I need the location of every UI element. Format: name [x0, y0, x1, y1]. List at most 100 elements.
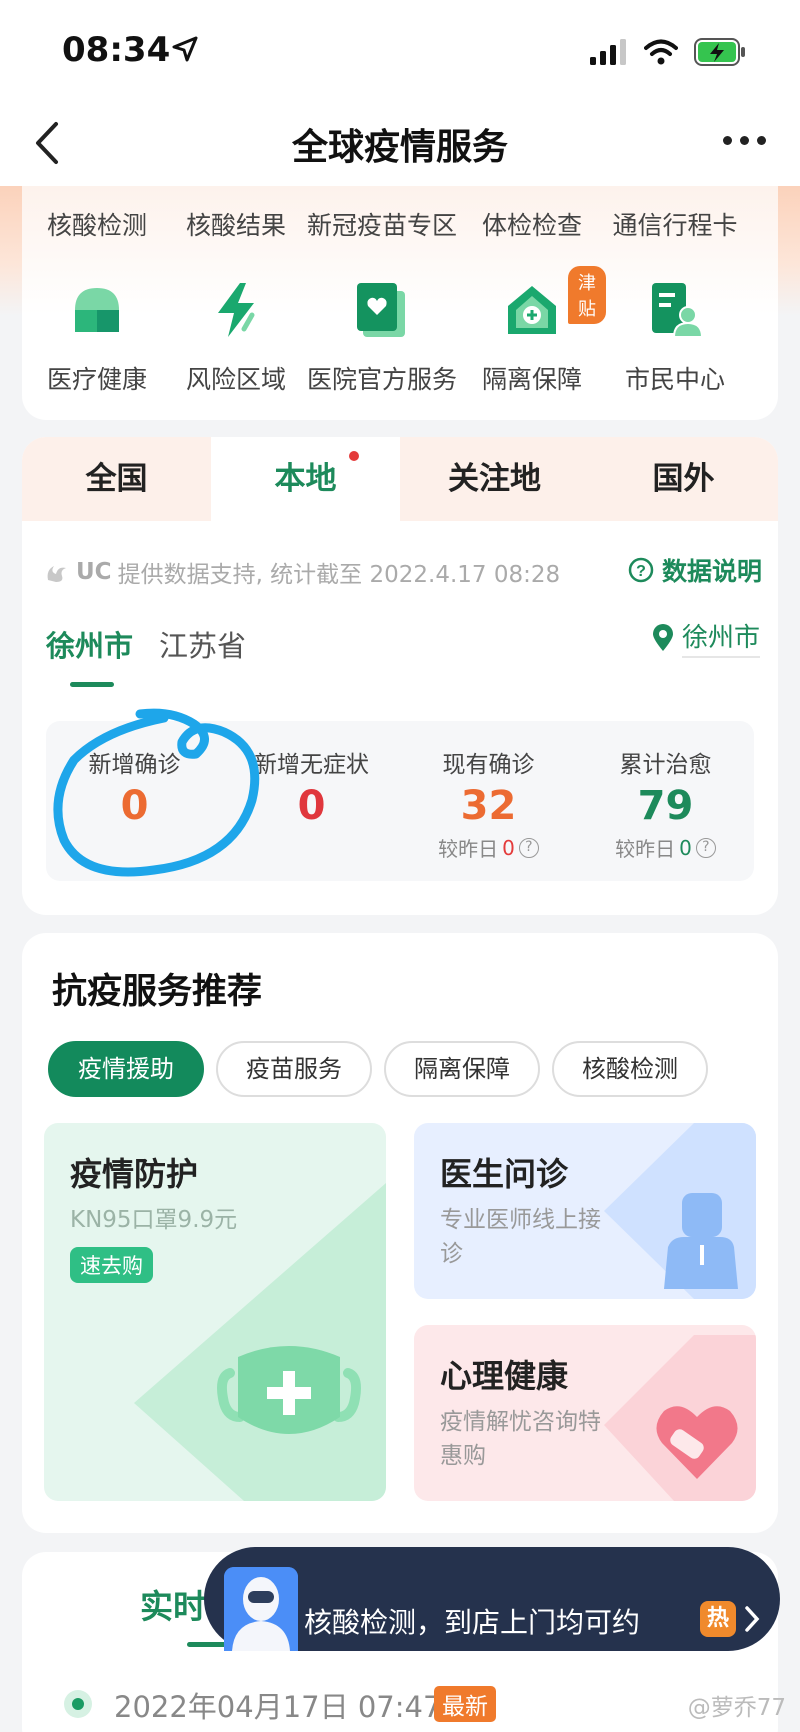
stat-value: 79 — [637, 783, 694, 829]
news-timestamp: 2022年04月17日 07:47 — [114, 1690, 442, 1724]
card-title: 心理健康 — [440, 1357, 569, 1395]
card-title: 疫情防护 — [70, 1155, 199, 1193]
service-risk-area[interactable]: 风险区域 — [172, 278, 300, 396]
section-title: 抗疫服务推荐 — [52, 972, 263, 1012]
tab-overseas[interactable]: 国外 — [589, 437, 778, 521]
service-citizen-center[interactable]: 市民中心 — [600, 278, 750, 396]
risk-area-icon — [218, 283, 255, 337]
notification-dot — [349, 451, 359, 461]
pill-nucleic-test[interactable]: 核酸检测 — [552, 1041, 708, 1097]
help-icon[interactable]: ? — [695, 837, 716, 858]
nav-bar: 全球疫情服务 — [0, 100, 800, 186]
service-isolation[interactable]: 津贴 隔离保障 — [464, 266, 606, 396]
location-picker[interactable]: 徐州市 — [652, 617, 760, 658]
buy-now-tag: 速去购 — [70, 1247, 153, 1283]
question-circle-icon: ? — [628, 557, 654, 583]
stat-delta: 较昨日 0 ? — [400, 833, 577, 862]
card-subtitle: KN95口罩9.9元 — [70, 1207, 238, 1233]
city-tabs: 徐州市 江苏省 — [46, 623, 246, 665]
tab-national[interactable]: 全国 — [22, 437, 211, 521]
stat-total-cured: 累计治愈 79 较昨日 0 ? — [577, 721, 754, 881]
service-label: 医疗健康 — [46, 365, 147, 394]
hand-drawn-circle-annotation — [53, 708, 260, 877]
tab-label: 本地 — [274, 461, 337, 497]
data-source-line: UC 提供数据支持, 统计截至 2022.4.17 08:28 — [44, 555, 560, 589]
location-arrow-icon — [172, 36, 198, 62]
quick-link[interactable]: 通信行程卡 — [600, 206, 750, 242]
service-grid-card: 核酸检测 核酸结果 新冠疫苗专区 体检检查 通信行程卡 医疗健康 风险区域 医院… — [22, 186, 778, 420]
services-row: 医疗健康 风险区域 医院官方服务 津贴 隔离保障 市民中心 — [22, 266, 778, 396]
card-title: 医生问诊 — [440, 1155, 569, 1193]
card-subtitle: 疫情解忧咨询特惠购 — [440, 1409, 601, 1469]
chevron-right-icon — [745, 1606, 760, 1632]
stat-delta: 较昨日 0 ? — [577, 833, 754, 862]
card-subtitle: 专业医师线上接诊 — [440, 1207, 601, 1267]
more-menu-icon[interactable] — [723, 136, 766, 145]
tab-followed[interactable]: 关注地 — [400, 437, 589, 521]
stat-label: 累计治愈 — [619, 752, 712, 778]
nucleic-test-banner[interactable]: 核酸检测，到店上门均可约 热 — [204, 1547, 780, 1651]
hot-badge: 热 — [700, 1601, 736, 1637]
tab-local[interactable]: 本地 — [211, 437, 400, 521]
delta-prefix: 较昨日 — [438, 837, 499, 861]
wifi-icon — [644, 39, 678, 65]
quick-link[interactable]: 体检检查 — [464, 206, 600, 242]
status-time: 08:34 — [62, 30, 171, 70]
card-epidemic-protection[interactable]: 疫情防护 KN95口罩9.9元 速去购 — [44, 1123, 386, 1501]
stat-current-confirmed: 现有确诊 32 较昨日 0 ? — [400, 721, 577, 881]
map-pin-icon — [652, 623, 673, 651]
service-hospital[interactable]: 医院官方服务 — [300, 278, 464, 396]
medical-health-icon — [75, 288, 119, 332]
service-label: 隔离保障 — [481, 365, 582, 394]
cellular-signal-icon — [590, 39, 626, 65]
data-explain-label: 数据说明 — [661, 557, 762, 586]
timeline-dot — [64, 1690, 92, 1718]
stat-value: 32 — [460, 783, 517, 829]
pill-vaccine[interactable]: 疫苗服务 — [216, 1041, 372, 1097]
data-source-text: 提供数据支持, 统计截至 2022.4.17 08:28 — [117, 562, 561, 588]
page-title: 全球疫情服务 — [291, 127, 508, 168]
data-source-brand: UC — [76, 559, 112, 585]
service-label: 风险区域 — [185, 365, 286, 394]
service-recommend-card: 抗疫服务推荐 疫情援助 疫苗服务 隔离保障 核酸检测 疫情防护 KN95口罩9.… — [22, 933, 778, 1533]
service-medical-health[interactable]: 医疗健康 — [22, 278, 172, 396]
citizen-center-icon — [652, 283, 702, 338]
svg-text:?: ? — [636, 563, 646, 580]
quick-link[interactable]: 核酸检测 — [22, 206, 172, 242]
medical-worker-icon — [224, 1567, 298, 1651]
card-mental-health[interactable]: 心理健康 疫情解忧咨询特惠购 — [414, 1325, 756, 1501]
service-label: 医院官方服务 — [306, 365, 457, 394]
active-tab-indicator — [70, 682, 114, 687]
delta-value: 0 — [679, 835, 692, 860]
service-filter-pills: 疫情援助 疫苗服务 隔离保障 核酸检测 — [48, 1041, 708, 1097]
stat-label: 现有确诊 — [442, 752, 535, 778]
service-label: 市民中心 — [624, 365, 725, 394]
doctor-icon — [664, 1193, 738, 1289]
status-bar: 08:34 — [0, 0, 800, 100]
data-explain-link[interactable]: ? 数据说明 — [628, 552, 762, 588]
medical-worker-avatar — [224, 1567, 298, 1651]
location-label: 徐州市 — [681, 617, 760, 658]
latest-badge: 最新 — [434, 1686, 496, 1722]
tab-city[interactable]: 徐州市 — [46, 623, 133, 665]
watermark: @萝乔77 — [687, 1695, 786, 1721]
hospital-service-icon — [357, 283, 405, 337]
tab-realtime[interactable]: 实时 — [140, 1580, 206, 1628]
tab-province[interactable]: 江苏省 — [159, 623, 246, 665]
mask-icon — [217, 1346, 361, 1434]
quick-link[interactable]: 核酸结果 — [172, 206, 300, 242]
delta-value: 0 — [502, 835, 515, 860]
quick-links-row: 核酸检测 核酸结果 新冠疫苗专区 体检检查 通信行程卡 — [22, 206, 778, 242]
heart-icon — [656, 1406, 738, 1479]
card-doctor-consult[interactable]: 医生问诊 专业医师线上接诊 — [414, 1123, 756, 1299]
isolation-icon — [508, 286, 556, 334]
quick-link[interactable]: 新冠疫苗专区 — [300, 206, 464, 242]
pill-epidemic-aid[interactable]: 疫情援助 — [48, 1041, 204, 1097]
region-tabs: 全国 本地 关注地 国外 — [22, 437, 778, 521]
banner-text: 核酸检测，到店上门均可约 — [304, 1606, 641, 1639]
battery-charging-icon — [694, 38, 745, 66]
pill-isolation[interactable]: 隔离保障 — [384, 1041, 540, 1097]
uc-logo-icon — [47, 566, 66, 582]
help-icon[interactable]: ? — [518, 837, 539, 858]
delta-prefix: 较昨日 — [615, 837, 676, 861]
